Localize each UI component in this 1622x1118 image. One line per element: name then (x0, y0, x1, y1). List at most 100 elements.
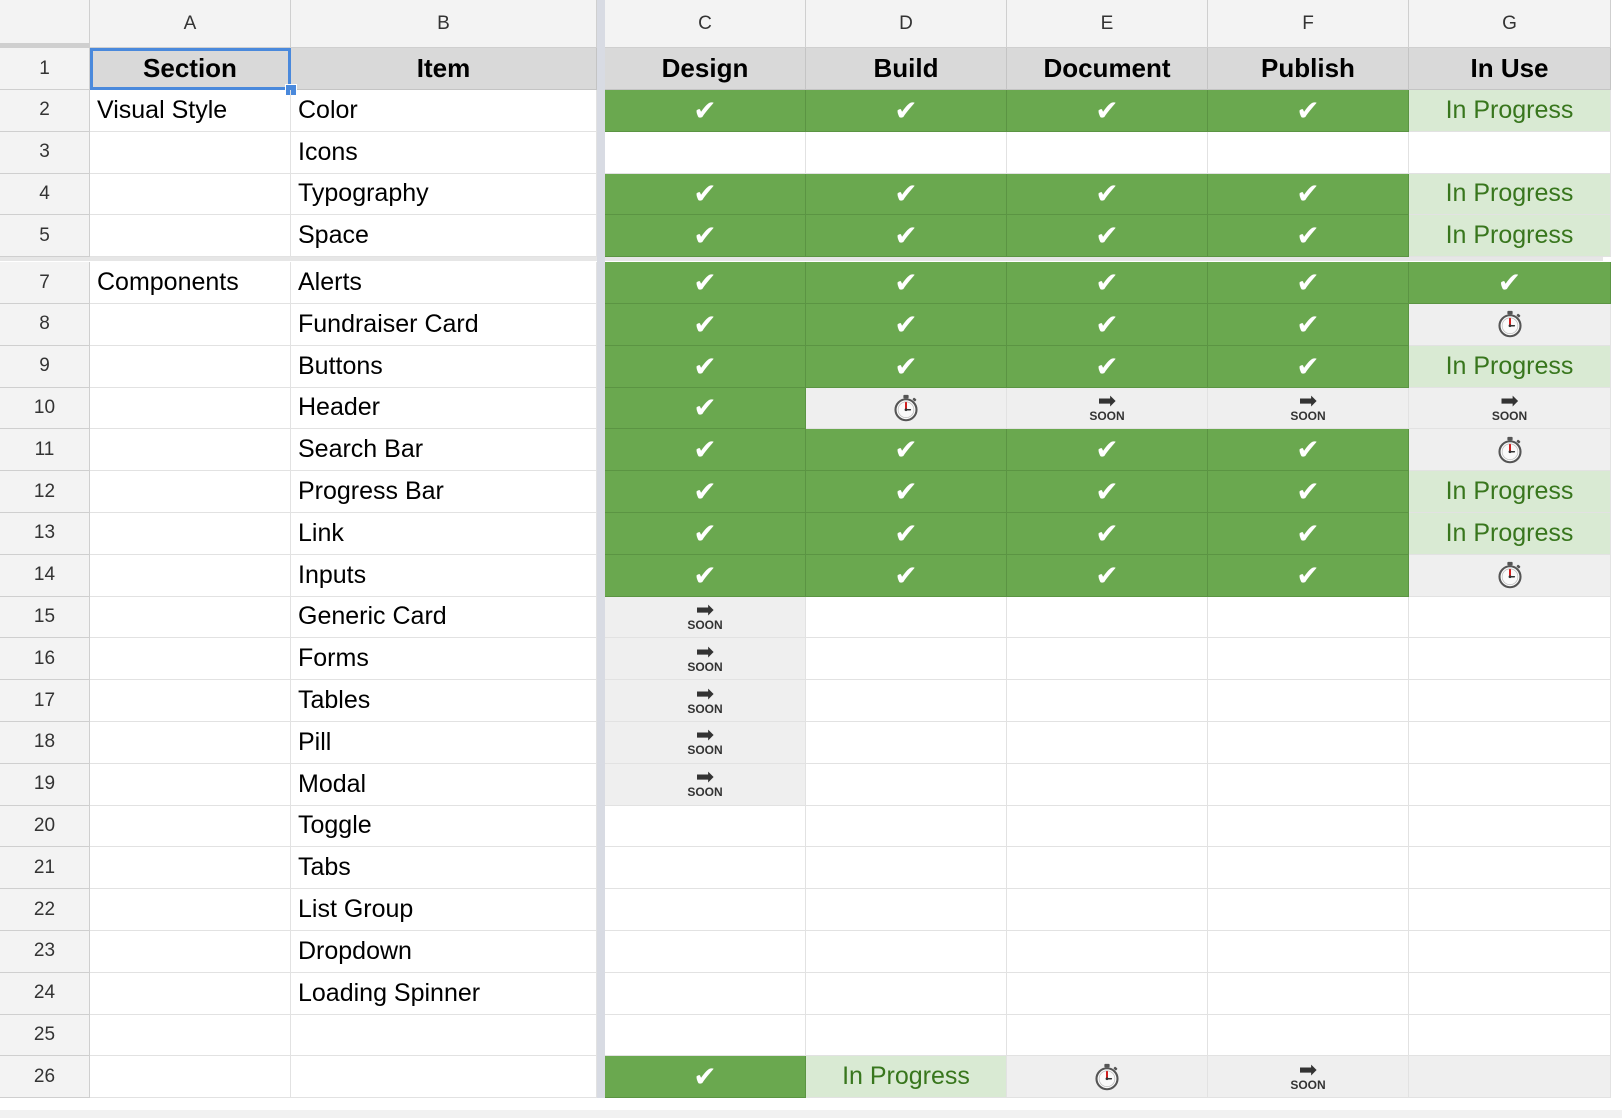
row-header-20[interactable]: 20 (0, 805, 90, 848)
status-done-cell[interactable]: ✔ (1208, 345, 1409, 388)
column-header-b[interactable]: B (291, 0, 597, 48)
empty-cell[interactable] (806, 680, 1007, 722)
empty-cell[interactable] (1409, 805, 1611, 848)
status-done-cell[interactable]: ✔ (1208, 173, 1409, 216)
empty-cell[interactable] (1409, 1014, 1611, 1057)
empty-cell[interactable] (806, 847, 1007, 890)
empty-cell[interactable] (1208, 972, 1409, 1015)
status-done-cell[interactable]: ✔ (605, 215, 806, 258)
empty-cell[interactable] (1409, 763, 1611, 806)
status-waiting-cell[interactable] (1409, 304, 1611, 346)
status-done-cell[interactable]: ✔ (806, 513, 1007, 555)
row-header-10[interactable]: 10 (0, 387, 90, 430)
empty-cell[interactable] (605, 972, 806, 1015)
status-soon-cell[interactable]: ➡ SOON (1208, 387, 1409, 430)
empty-cell[interactable] (1208, 638, 1409, 681)
row-header-19[interactable]: 19 (0, 763, 90, 806)
header-cell-document[interactable]: Document (1007, 48, 1208, 90)
empty-cell[interactable] (806, 596, 1007, 639)
row-header-25[interactable]: 25 (0, 1014, 90, 1057)
empty-cell[interactable] (1007, 763, 1208, 806)
section-cell[interactable] (90, 596, 291, 639)
row-header-14[interactable]: 14 (0, 554, 90, 597)
status-done-cell[interactable]: ✔ (1007, 215, 1208, 258)
column-header-e[interactable]: E (1007, 0, 1208, 48)
section-cell[interactable] (90, 429, 291, 472)
status-waiting-cell[interactable] (806, 387, 1007, 430)
status-soon-cell[interactable]: ➡ SOON (605, 680, 806, 722)
status-done-cell[interactable]: ✔ (1208, 513, 1409, 555)
status-done-cell[interactable]: ✔ (1208, 90, 1409, 132)
status-empty-grey-cell[interactable] (1409, 1056, 1611, 1099)
status-waiting-cell[interactable] (1007, 1056, 1208, 1099)
status-done-cell[interactable]: ✔ (1208, 554, 1409, 597)
status-done-cell[interactable]: ✔ (605, 345, 806, 388)
empty-cell[interactable] (1007, 596, 1208, 639)
row-header-21[interactable]: 21 (0, 847, 90, 890)
row-header-12[interactable]: 12 (0, 471, 90, 513)
status-done-cell[interactable]: ✔ (1007, 554, 1208, 597)
item-cell[interactable] (291, 1014, 597, 1057)
empty-cell[interactable] (1409, 847, 1611, 890)
section-cell[interactable] (90, 215, 291, 258)
item-cell[interactable]: Tabs (291, 847, 597, 890)
status-done-cell[interactable]: ✔ (1007, 513, 1208, 555)
status-done-cell[interactable]: ✔ (605, 471, 806, 513)
empty-cell[interactable] (806, 131, 1007, 174)
status-done-cell[interactable]: ✔ (605, 429, 806, 472)
status-soon-cell[interactable]: ➡ SOON (605, 596, 806, 639)
status-in-progress-cell[interactable]: In Progress (1409, 90, 1611, 132)
select-all-corner[interactable] (0, 0, 90, 48)
status-in-progress-cell[interactable]: In Progress (1409, 173, 1611, 216)
item-cell[interactable]: Dropdown (291, 931, 597, 973)
empty-cell[interactable] (806, 931, 1007, 973)
row-header-3[interactable]: 3 (0, 131, 90, 174)
section-cell[interactable]: Components (90, 262, 291, 304)
section-cell[interactable] (90, 173, 291, 216)
section-cell[interactable] (90, 1056, 291, 1099)
empty-cell[interactable] (1409, 889, 1611, 931)
empty-cell[interactable] (1007, 972, 1208, 1015)
status-done-cell[interactable]: ✔ (605, 90, 806, 132)
status-done-cell[interactable]: ✔ (806, 554, 1007, 597)
item-cell[interactable]: Buttons (291, 345, 597, 388)
status-done-cell[interactable]: ✔ (806, 90, 1007, 132)
empty-cell[interactable] (1208, 596, 1409, 639)
empty-cell[interactable] (806, 638, 1007, 681)
status-done-cell[interactable]: ✔ (1007, 304, 1208, 346)
empty-cell[interactable] (1007, 722, 1208, 764)
header-cell-section[interactable]: Section (90, 48, 291, 90)
header-cell-publish[interactable]: Publish (1208, 48, 1409, 90)
empty-cell[interactable] (1007, 680, 1208, 722)
item-cell[interactable]: Space (291, 215, 597, 258)
section-cell[interactable] (90, 131, 291, 174)
row-header-23[interactable]: 23 (0, 931, 90, 973)
item-cell[interactable]: Alerts (291, 262, 597, 304)
sheet-tab-bar[interactable] (0, 1110, 1622, 1118)
status-in-progress-cell[interactable]: In Progress (1409, 345, 1611, 388)
item-cell[interactable]: Loading Spinner (291, 972, 597, 1015)
status-in-progress-cell[interactable]: In Progress (1409, 215, 1611, 258)
empty-cell[interactable] (1409, 596, 1611, 639)
status-done-cell[interactable]: ✔ (806, 173, 1007, 216)
empty-cell[interactable] (605, 889, 806, 931)
item-cell[interactable]: Pill (291, 722, 597, 764)
section-cell[interactable] (90, 931, 291, 973)
row-header-1[interactable]: 1 (0, 48, 90, 90)
section-cell[interactable] (90, 471, 291, 513)
status-soon-cell[interactable]: ➡ SOON (605, 638, 806, 681)
status-soon-cell[interactable]: ➡ SOON (605, 722, 806, 764)
status-done-cell[interactable]: ✔ (806, 262, 1007, 304)
status-done-cell[interactable]: ✔ (605, 173, 806, 216)
frozen-column-divider[interactable] (597, 0, 605, 1099)
status-done-cell[interactable]: ✔ (605, 387, 806, 430)
column-header-f[interactable]: F (1208, 0, 1409, 48)
status-done-cell[interactable]: ✔ (605, 262, 806, 304)
empty-cell[interactable] (1409, 680, 1611, 722)
row-header-11[interactable]: 11 (0, 429, 90, 472)
status-done-cell[interactable]: ✔ (806, 429, 1007, 472)
status-done-cell[interactable]: ✔ (1007, 90, 1208, 132)
status-soon-cell[interactable]: ➡ SOON (1208, 1056, 1409, 1099)
status-done-cell[interactable]: ✔ (1208, 429, 1409, 472)
item-cell[interactable]: Header (291, 387, 597, 430)
